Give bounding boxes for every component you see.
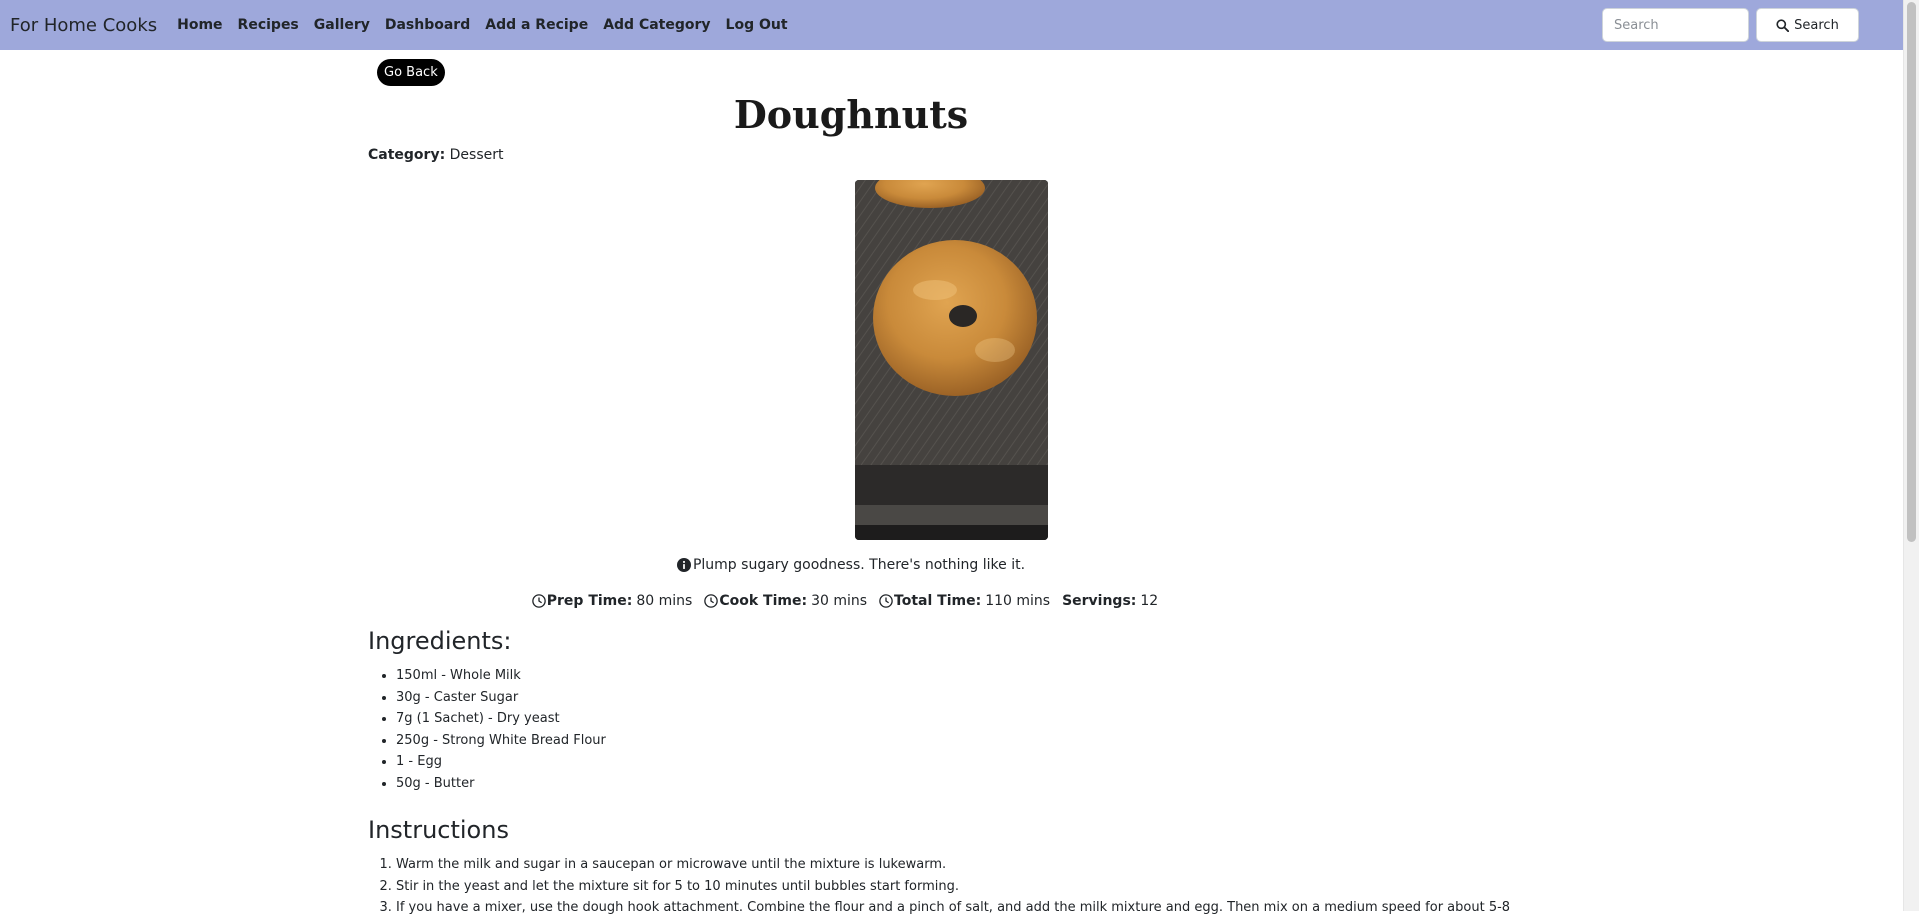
cook-time-value: 30 mins — [811, 593, 868, 609]
search-button[interactable]: Search — [1756, 8, 1859, 42]
instructions-heading: Instructions — [368, 816, 509, 844]
clock-icon — [879, 594, 893, 608]
category-value: Dessert — [449, 147, 504, 163]
total-time-value: 110 mins — [985, 593, 1051, 609]
recipe-times: Prep Time: 80 mins Cook Time: 30 mins To… — [368, 593, 1334, 609]
nav-link-add-recipe[interactable]: Add a Recipe — [485, 17, 588, 33]
servings-label: Servings: — [1062, 593, 1137, 609]
servings: Servings: 12 — [1062, 593, 1158, 609]
ingredient-item: 30g - Caster Sugar — [396, 687, 606, 709]
ingredients-heading: Ingredients: — [368, 627, 512, 655]
nav-link-add-category[interactable]: Add Category — [603, 17, 710, 33]
instruction-step: Stir in the yeast and let the mixture si… — [396, 876, 1508, 898]
search-icon — [1776, 18, 1790, 32]
brand-link[interactable]: For Home Cooks — [10, 15, 157, 36]
instructions-list: Warm the milk and sugar in a saucepan or… — [368, 854, 1510, 919]
nav-link-dashboard[interactable]: Dashboard — [385, 17, 470, 33]
total-time-label: Total Time: — [894, 593, 982, 609]
ingredient-item: 150ml - Whole Milk — [396, 665, 606, 687]
category-label: Category: — [368, 147, 446, 163]
top-navbar: For Home Cooks Home Recipes Gallery Dash… — [0, 0, 1903, 50]
doughnut-image — [855, 180, 1048, 540]
total-time: Total Time: 110 mins — [879, 593, 1050, 609]
recipe-title: Doughnuts — [733, 92, 969, 137]
ingredient-item: 1 - Egg — [396, 751, 606, 773]
prep-time-label: Prep Time: — [546, 593, 633, 609]
page-scrollbar[interactable] — [1903, 0, 1919, 911]
clock-icon — [531, 594, 546, 608]
cook-time-label: Cook Time: — [719, 593, 808, 609]
nav-link-gallery[interactable]: Gallery — [314, 17, 370, 33]
ingredient-item: 7g (1 Sachet) - Dry yeast — [396, 708, 606, 730]
scrollbar-thumb[interactable] — [1907, 2, 1916, 542]
cook-time: Cook Time: 30 mins — [704, 593, 867, 609]
instruction-step: Warm the milk and sugar in a saucepan or… — [396, 854, 1508, 876]
prep-time: Prep Time: 80 mins — [531, 593, 693, 609]
search-form: Search — [1602, 8, 1859, 42]
search-button-label: Search — [1794, 17, 1839, 33]
go-back-button[interactable]: Go Back — [377, 59, 445, 86]
ingredient-item: 50g - Butter — [396, 773, 606, 795]
recipe-description: Plump sugary goodness. There's nothing l… — [368, 557, 1334, 573]
clock-icon — [704, 594, 719, 608]
recipe-category: Category: Dessert — [368, 147, 503, 163]
servings-value: 12 — [1140, 593, 1159, 609]
recipe-photo — [855, 180, 1048, 540]
description-text: Plump sugary goodness. There's nothing l… — [692, 557, 1026, 573]
nav-link-home[interactable]: Home — [177, 17, 222, 33]
prep-time-value: 80 mins — [636, 593, 693, 609]
nav-link-log-out[interactable]: Log Out — [726, 17, 788, 33]
ingredient-item: 250g - Strong White Bread Flour — [396, 730, 606, 752]
search-input[interactable] — [1602, 8, 1749, 42]
nav-link-recipes[interactable]: Recipes — [238, 17, 299, 33]
instruction-step: If you have a mixer, use the dough hook … — [396, 897, 1510, 919]
ingredients-list: 150ml - Whole Milk 30g - Caster Sugar 7g… — [368, 665, 606, 794]
info-icon — [676, 558, 691, 572]
